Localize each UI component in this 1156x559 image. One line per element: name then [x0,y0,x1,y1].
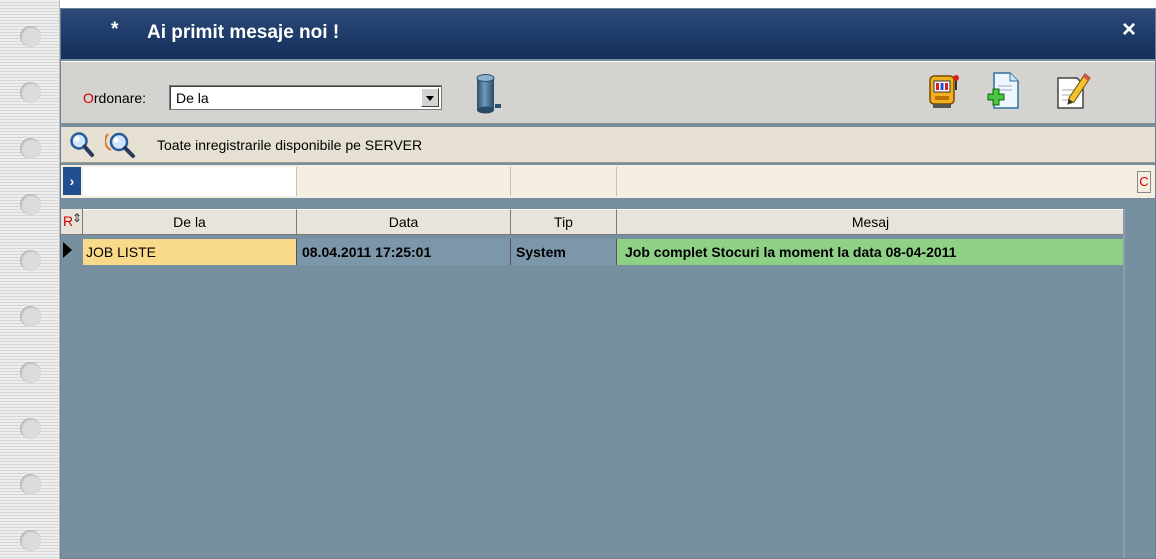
order-label-text: rdonare: [93,90,147,106]
slot-machine-icon[interactable] [927,72,961,115]
window-title: Ai primit mesaje noi ! [147,22,340,43]
clear-filter-button[interactable]: C [1137,171,1151,193]
sort-icon: ⇕ [72,211,83,225]
column-header-tip[interactable]: Tip [511,209,617,235]
binding-hole [20,418,41,439]
cell-mesaj[interactable]: Job complet Stocuri la moment la data 08… [617,239,1125,265]
cell-tip[interactable]: System [511,239,617,265]
binding-hole [20,250,41,271]
search-icon[interactable] [69,131,95,162]
new-document-icon[interactable] [986,70,1020,117]
binding-hole [20,530,41,551]
filter-arrow-icon: › [63,167,81,195]
cell-de-la[interactable]: JOB LISTE [83,239,297,265]
binding-hole [20,194,41,215]
order-label-accent: O [83,90,94,106]
row-selector-header[interactable]: R ⇕ [61,209,83,235]
close-button[interactable]: × [1117,17,1141,43]
database-icon[interactable] [473,72,503,119]
cell-data[interactable]: 08.04.2011 17:25:01 [297,239,511,265]
filter-tip-input[interactable] [511,167,617,196]
current-row-indicator-icon [63,242,72,258]
binding-hole [20,362,41,383]
binding-hole [20,138,41,159]
messages-window: * Ai primit mesaje noi ! × Ordonare: De … [60,8,1156,559]
binding-hole [20,82,41,103]
binding-hole [20,26,41,47]
filter-row: › C [61,165,1155,198]
title-marker: * [111,19,119,40]
grid-header: R ⇕ De la Data Tip Mesaj [61,209,1155,236]
filter-de-la-input[interactable] [83,167,297,196]
edit-document-icon[interactable] [1053,70,1091,117]
column-header-de-la[interactable]: De la [83,209,297,235]
filter-data-input[interactable] [297,167,511,196]
spiral-binding [0,0,60,559]
binding-hole [20,474,41,495]
toolbar: Ordonare: De la [61,61,1155,124]
search-bar: Toate inregistrarile disponibile pe SERV… [61,127,1155,163]
search-advanced-icon[interactable] [104,130,137,163]
order-select[interactable]: De la [169,85,442,110]
grid-right-edge [1123,209,1125,558]
order-select-value: De la [176,90,209,106]
binding-hole [20,306,41,327]
order-label: Ordonare: [83,90,146,106]
chevron-down-icon[interactable] [421,88,439,107]
filter-mesaj-input[interactable] [617,167,1125,196]
title-bar: * Ai primit mesaje noi ! × [61,9,1155,59]
column-header-mesaj[interactable]: Mesaj [617,209,1125,235]
column-header-data[interactable]: Data [297,209,511,235]
table-row[interactable]: JOB LISTE 08.04.2011 17:25:01 System Job… [61,239,1155,265]
search-scope-text: Toate inregistrarile disponibile pe SERV… [157,137,423,153]
